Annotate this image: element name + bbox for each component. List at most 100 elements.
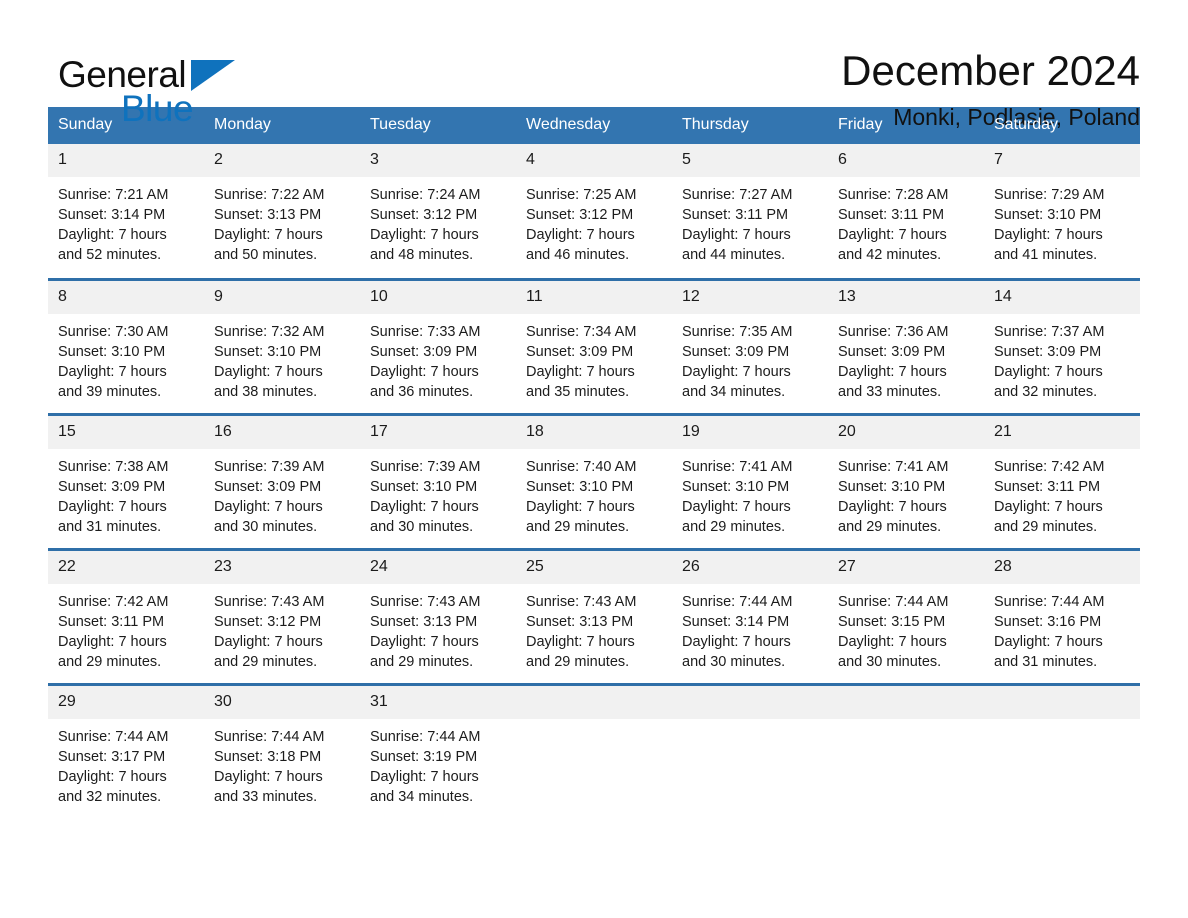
- day-number: 8: [48, 280, 204, 314]
- calendar-day-cell[interactable]: 26 Sunrise: 7:44 AM Sunset: 3:14 PM Dayli…: [672, 547, 828, 684]
- day-sun-info: Sunrise: 7:44 AM Sunset: 3:14 PM Dayligh…: [682, 593, 793, 670]
- sunrise-sunset-calendar: Sunday Monday Tuesday Wednesday Thursday…: [48, 107, 1140, 819]
- calendar-day-cell[interactable]: 4 Sunrise: 7:25 AM Sunset: 3:12 PM Daylig…: [516, 144, 672, 279]
- day-sun-info: [984, 719, 1140, 727]
- day-number: 19: [672, 415, 828, 449]
- day-number: 30: [204, 685, 360, 719]
- day-number: 17: [360, 415, 516, 449]
- day-sun-info: Sunrise: 7:22 AM Sunset: 3:13 PM Dayligh…: [214, 187, 325, 263]
- day-number: 6: [828, 144, 984, 177]
- calendar-day-cell[interactable]: 21 Sunrise: 7:42 AM Sunset: 3:11 PM Dayli…: [984, 412, 1140, 549]
- day-sun-info: Sunrise: 7:44 AM Sunset: 3:15 PM Dayligh…: [838, 593, 949, 670]
- calendar-day-cell[interactable]: 24 Sunrise: 7:43 AM Sunset: 3:13 PM Dayli…: [360, 547, 516, 684]
- calendar-day-cell[interactable]: 7 Sunrise: 7:29 AM Sunset: 3:10 PM Daylig…: [984, 144, 1140, 279]
- day-number: 7: [984, 144, 1140, 177]
- day-number: 11: [516, 280, 672, 314]
- calendar-page: General Blue December 2024 Monki, Podlas…: [0, 0, 1188, 918]
- day-sun-info: Sunrise: 7:39 AM Sunset: 3:09 PM Dayligh…: [214, 458, 325, 535]
- calendar-day-cell[interactable]: 29 Sunrise: 7:44 AM Sunset: 3:17 PM Dayli…: [48, 682, 204, 819]
- day-sun-info: Sunrise: 7:43 AM Sunset: 3:13 PM Dayligh…: [526, 593, 637, 670]
- day-number: 2: [204, 144, 360, 177]
- general-blue-logo[interactable]: General Blue: [48, 46, 238, 127]
- day-number: 26: [672, 550, 828, 584]
- day-sun-info: Sunrise: 7:32 AM Sunset: 3:10 PM Dayligh…: [214, 323, 325, 400]
- calendar-day-cell[interactable]: 30 Sunrise: 7:44 AM Sunset: 3:18 PM Dayli…: [204, 682, 360, 819]
- day-number: 21: [984, 415, 1140, 449]
- calendar-day-cell[interactable]: 22 Sunrise: 7:42 AM Sunset: 3:11 PM Dayli…: [48, 547, 204, 684]
- day-number: 23: [204, 550, 360, 584]
- day-sun-info: Sunrise: 7:35 AM Sunset: 3:09 PM Dayligh…: [682, 323, 793, 400]
- calendar-day-cell[interactable]: 27 Sunrise: 7:44 AM Sunset: 3:15 PM Dayli…: [828, 547, 984, 684]
- page-header: General Blue December 2024 Monki, Podlas…: [48, 0, 1140, 131]
- day-sun-info: Sunrise: 7:30 AM Sunset: 3:10 PM Dayligh…: [58, 323, 169, 400]
- day-number: 12: [672, 280, 828, 314]
- day-number: 24: [360, 550, 516, 584]
- day-number: 15: [48, 415, 204, 449]
- day-sun-info: Sunrise: 7:39 AM Sunset: 3:10 PM Dayligh…: [370, 458, 481, 535]
- calendar-body: 1 Sunrise: 7:21 AM Sunset: 3:14 PM Daylig…: [48, 144, 1140, 819]
- calendar-day-cell[interactable]: 16 Sunrise: 7:39 AM Sunset: 3:09 PM Dayli…: [204, 412, 360, 549]
- calendar-week-row: 1 Sunrise: 7:21 AM Sunset: 3:14 PM Daylig…: [48, 144, 1140, 279]
- calendar-week-row: 22 Sunrise: 7:42 AM Sunset: 3:11 PM Dayli…: [48, 547, 1140, 684]
- day-number: 3: [360, 144, 516, 177]
- calendar-day-cell[interactable]: 2 Sunrise: 7:22 AM Sunset: 3:13 PM Daylig…: [204, 144, 360, 279]
- day-number: 29: [48, 685, 204, 719]
- day-number: 13: [828, 280, 984, 314]
- calendar-day-cell[interactable]: 17 Sunrise: 7:39 AM Sunset: 3:10 PM Dayli…: [360, 412, 516, 549]
- day-number: 10: [360, 280, 516, 314]
- day-sun-info: Sunrise: 7:28 AM Sunset: 3:11 PM Dayligh…: [838, 187, 949, 263]
- day-sun-info: Sunrise: 7:44 AM Sunset: 3:16 PM Dayligh…: [994, 593, 1105, 670]
- calendar-day-cell[interactable]: 10 Sunrise: 7:33 AM Sunset: 3:09 PM Dayli…: [360, 277, 516, 414]
- calendar-day-cell[interactable]: 13 Sunrise: 7:36 AM Sunset: 3:09 PM Dayli…: [828, 277, 984, 414]
- title-block: December 2024 Monki, Podlasie, Poland: [841, 46, 1140, 131]
- day-sun-info: Sunrise: 7:38 AM Sunset: 3:09 PM Dayligh…: [58, 458, 169, 535]
- calendar-day-cell[interactable]: 25 Sunrise: 7:43 AM Sunset: 3:13 PM Dayli…: [516, 547, 672, 684]
- calendar-day-cell[interactable]: 11 Sunrise: 7:34 AM Sunset: 3:09 PM Dayli…: [516, 277, 672, 414]
- day-sun-info: Sunrise: 7:25 AM Sunset: 3:12 PM Dayligh…: [526, 187, 637, 263]
- calendar-day-cell-empty: [672, 682, 828, 819]
- calendar-day-cell[interactable]: 6 Sunrise: 7:28 AM Sunset: 3:11 PM Daylig…: [828, 144, 984, 279]
- calendar-week-row: 8 Sunrise: 7:30 AM Sunset: 3:10 PM Daylig…: [48, 277, 1140, 414]
- location-subtitle: Monki, Podlasie, Poland: [893, 104, 1140, 131]
- day-sun-info: Sunrise: 7:24 AM Sunset: 3:12 PM Dayligh…: [370, 187, 481, 263]
- calendar-day-cell[interactable]: 8 Sunrise: 7:30 AM Sunset: 3:10 PM Daylig…: [48, 277, 204, 414]
- calendar-day-cell[interactable]: 15 Sunrise: 7:38 AM Sunset: 3:09 PM Dayli…: [48, 412, 204, 549]
- day-number: 18: [516, 415, 672, 449]
- day-sun-info: Sunrise: 7:33 AM Sunset: 3:09 PM Dayligh…: [370, 323, 481, 400]
- calendar-day-cell-empty: [984, 682, 1140, 819]
- day-sun-info: Sunrise: 7:29 AM Sunset: 3:10 PM Dayligh…: [994, 187, 1105, 263]
- calendar-day-cell[interactable]: 31 Sunrise: 7:44 AM Sunset: 3:19 PM Dayli…: [360, 682, 516, 819]
- calendar-day-cell[interactable]: 3 Sunrise: 7:24 AM Sunset: 3:12 PM Daylig…: [360, 144, 516, 279]
- day-number: 14: [984, 280, 1140, 314]
- calendar-day-cell[interactable]: 23 Sunrise: 7:43 AM Sunset: 3:12 PM Dayli…: [204, 547, 360, 684]
- calendar-day-cell[interactable]: 5 Sunrise: 7:27 AM Sunset: 3:11 PM Daylig…: [672, 144, 828, 279]
- calendar-day-cell[interactable]: 1 Sunrise: 7:21 AM Sunset: 3:14 PM Daylig…: [48, 144, 204, 279]
- day-sun-info: Sunrise: 7:27 AM Sunset: 3:11 PM Dayligh…: [682, 187, 793, 263]
- day-sun-info: Sunrise: 7:34 AM Sunset: 3:09 PM Dayligh…: [526, 323, 637, 400]
- day-sun-info: Sunrise: 7:44 AM Sunset: 3:18 PM Dayligh…: [214, 728, 325, 805]
- day-sun-info: Sunrise: 7:43 AM Sunset: 3:12 PM Dayligh…: [214, 593, 325, 670]
- day-number: 5: [672, 144, 828, 177]
- calendar-day-cell[interactable]: 20 Sunrise: 7:41 AM Sunset: 3:10 PM Dayli…: [828, 412, 984, 549]
- day-number: 20: [828, 415, 984, 449]
- weekday-header-wednesday: Wednesday: [516, 107, 672, 144]
- day-sun-info: Sunrise: 7:40 AM Sunset: 3:10 PM Dayligh…: [526, 458, 637, 535]
- calendar-week-row: 29 Sunrise: 7:44 AM Sunset: 3:17 PM Dayli…: [48, 682, 1140, 819]
- weekday-header-tuesday: Tuesday: [360, 107, 516, 144]
- calendar-day-cell[interactable]: 9 Sunrise: 7:32 AM Sunset: 3:10 PM Daylig…: [204, 277, 360, 414]
- calendar-day-cell[interactable]: 28 Sunrise: 7:44 AM Sunset: 3:16 PM Dayli…: [984, 547, 1140, 684]
- day-sun-info: Sunrise: 7:41 AM Sunset: 3:10 PM Dayligh…: [682, 458, 793, 535]
- day-number: [672, 685, 828, 719]
- day-number: [828, 685, 984, 719]
- calendar-day-cell[interactable]: 18 Sunrise: 7:40 AM Sunset: 3:10 PM Dayli…: [516, 412, 672, 549]
- calendar-day-cell[interactable]: 14 Sunrise: 7:37 AM Sunset: 3:09 PM Dayli…: [984, 277, 1140, 414]
- calendar-day-cell[interactable]: 19 Sunrise: 7:41 AM Sunset: 3:10 PM Dayli…: [672, 412, 828, 549]
- day-sun-info: Sunrise: 7:37 AM Sunset: 3:09 PM Dayligh…: [994, 323, 1105, 400]
- day-number: [516, 685, 672, 719]
- day-sun-info: Sunrise: 7:44 AM Sunset: 3:17 PM Dayligh…: [58, 728, 169, 805]
- calendar-day-cell[interactable]: 12 Sunrise: 7:35 AM Sunset: 3:09 PM Dayli…: [672, 277, 828, 414]
- logo-triangle-icon: [191, 60, 235, 91]
- day-sun-info: Sunrise: 7:42 AM Sunset: 3:11 PM Dayligh…: [994, 458, 1105, 535]
- day-number: 25: [516, 550, 672, 584]
- day-number: 22: [48, 550, 204, 584]
